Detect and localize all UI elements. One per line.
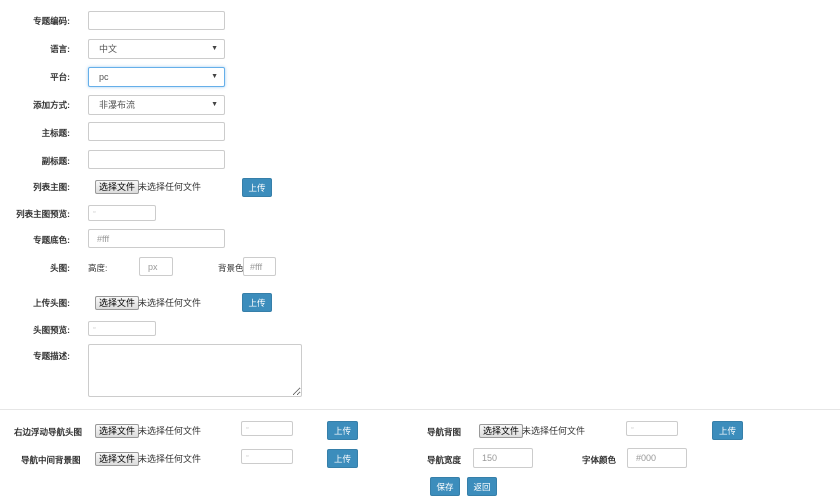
back-button[interactable]: 返回 <box>467 477 497 496</box>
nav-middle-bg-choose-file-button[interactable]: 选择文件 <box>95 452 140 466</box>
head-image-bgcolor-label: 背景色: <box>218 263 246 273</box>
language-select[interactable]: 中文 ▼ <box>88 39 225 59</box>
language-label: 语言: <box>50 44 70 54</box>
nav-bar-preview-box: ▫ <box>626 421 678 436</box>
platform-label: 平台: <box>50 72 70 82</box>
font-color-label: 字体颜色 <box>582 455 617 465</box>
bg-color-label: 专题底色: <box>33 235 70 245</box>
language-selected-value: 中文 <box>99 44 118 54</box>
section-divider <box>0 409 840 410</box>
sub-title-label: 副标题: <box>41 156 70 166</box>
platform-select[interactable]: pc ▼ <box>88 67 225 87</box>
nav-width-label: 导航宽度 <box>427 455 462 465</box>
broken-image-icon: ▫ <box>631 425 634 432</box>
head-image-upload-button[interactable]: 上传 <box>242 293 272 312</box>
nav-middle-bg-no-file-text: 未选择任何文件 <box>138 454 202 464</box>
nav-bar-choose-file-button[interactable]: 选择文件 <box>479 424 524 438</box>
list-image-label: 列表主图: <box>33 182 70 192</box>
topic-code-input[interactable] <box>88 11 225 30</box>
platform-selected-value: pc <box>99 72 109 82</box>
chevron-down-icon: ▼ <box>211 45 218 52</box>
description-textarea[interactable] <box>88 344 302 397</box>
head-image-height-input[interactable] <box>139 257 173 276</box>
head-image-preview-box: ▫ <box>88 321 156 336</box>
chevron-down-icon: ▼ <box>211 101 218 108</box>
main-title-label: 主标题: <box>41 128 70 138</box>
bg-color-input[interactable] <box>88 229 225 248</box>
right-float-nav-choose-file-button[interactable]: 选择文件 <box>95 424 140 438</box>
list-image-no-file-text: 未选择任何文件 <box>138 182 202 192</box>
topic-code-label: 专题编码: <box>33 16 70 26</box>
right-float-nav-no-file-text: 未选择任何文件 <box>138 426 202 436</box>
nav-bar-no-file-text: 未选择任何文件 <box>522 426 586 436</box>
nav-middle-bg-preview-box: ▫ <box>241 449 293 464</box>
head-image-no-file-text: 未选择任何文件 <box>138 298 202 308</box>
right-float-nav-preview-box: ▫ <box>241 421 293 436</box>
nav-width-input[interactable] <box>473 448 533 468</box>
head-image-height-label: 高度: <box>88 263 108 273</box>
broken-image-icon: ▫ <box>246 425 249 432</box>
sub-title-input[interactable] <box>88 150 225 169</box>
chevron-down-icon: ▼ <box>211 73 218 80</box>
font-color-input[interactable] <box>627 448 687 468</box>
add-mode-label: 添加方式: <box>33 100 70 110</box>
broken-image-icon: ▫ <box>93 325 96 332</box>
list-image-upload-button[interactable]: 上传 <box>242 178 272 197</box>
list-image-preview-label: 列表主图预览: <box>16 209 70 219</box>
add-mode-selected-value: 非瀑布流 <box>99 100 136 110</box>
right-float-nav-upload-button[interactable]: 上传 <box>327 421 358 440</box>
nav-middle-bg-image-label: 导航中间背景图 <box>21 455 81 465</box>
head-image-label: 头图: <box>50 263 70 273</box>
add-mode-select[interactable]: 非瀑布流 ▼ <box>88 95 225 115</box>
main-title-input[interactable] <box>88 122 225 141</box>
nav-bar-upload-button[interactable]: 上传 <box>712 421 743 440</box>
save-button[interactable]: 保存 <box>430 477 460 496</box>
head-image-bgcolor-input[interactable] <box>243 257 276 276</box>
nav-bar-image-label: 导航背图 <box>427 427 462 437</box>
broken-image-icon: ▫ <box>246 453 249 460</box>
broken-image-icon: ▫ <box>93 209 96 216</box>
right-float-nav-image-label: 右边浮动导航头图 <box>14 427 83 437</box>
nav-middle-bg-upload-button[interactable]: 上传 <box>327 449 358 468</box>
head-image-preview-label: 头图预览: <box>33 325 70 335</box>
upload-head-image-label: 上传头图: <box>33 298 70 308</box>
list-image-choose-file-button[interactable]: 选择文件 <box>95 180 140 194</box>
head-image-choose-file-button[interactable]: 选择文件 <box>95 296 140 310</box>
list-image-preview-box: ▫ <box>88 205 156 221</box>
description-label: 专题描述: <box>33 351 70 361</box>
